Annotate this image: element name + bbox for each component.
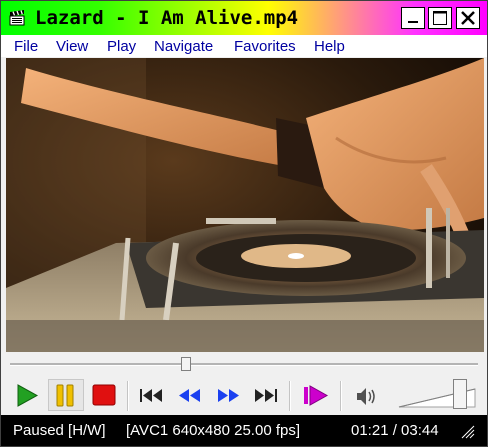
- seek-track[interactable]: [10, 363, 478, 366]
- volume-thumb[interactable]: [452, 379, 467, 409]
- stop-icon: [92, 384, 116, 406]
- next-icon: [255, 389, 277, 402]
- menu-navigate[interactable]: Navigate: [154, 38, 213, 56]
- frame-step-button[interactable]: [298, 379, 329, 411]
- toolbar-separator: [289, 381, 291, 411]
- speaker-icon: [357, 388, 375, 405]
- menu-play[interactable]: Play: [107, 38, 136, 56]
- play-icon: [17, 384, 39, 407]
- minimize-button[interactable]: [401, 7, 425, 29]
- maximize-button[interactable]: [428, 7, 452, 29]
- pause-button[interactable]: [48, 379, 84, 411]
- window-title: Lazard - I Am Alive.mp4: [35, 7, 299, 29]
- volume-slider[interactable]: [397, 377, 481, 415]
- time-display: 01:21 / 03:44: [351, 422, 439, 439]
- pause-icon: [56, 384, 74, 407]
- play-button[interactable]: [12, 379, 42, 411]
- close-button[interactable]: [456, 7, 480, 29]
- clapperboard-icon[interactable]: [9, 10, 25, 26]
- menu-bar: File View Play Navigate Favorites Help: [1, 35, 487, 57]
- control-toolbar: [1, 377, 487, 415]
- player-window: Lazard - I Am Alive.mp4 File View Play N…: [0, 0, 488, 447]
- menu-favorites[interactable]: Favorites: [234, 38, 296, 56]
- volume-ramp: [398, 388, 476, 408]
- rewind-button[interactable]: [174, 379, 204, 411]
- maximize-icon: [433, 11, 447, 25]
- stop-button[interactable]: [89, 379, 119, 411]
- video-image: [6, 58, 484, 352]
- mute-button[interactable]: [353, 379, 383, 411]
- video-frame[interactable]: [6, 58, 484, 352]
- previous-icon: [140, 389, 162, 402]
- minimize-icon: [408, 21, 418, 23]
- previous-button[interactable]: [136, 379, 166, 411]
- title-bar[interactable]: Lazard - I Am Alive.mp4: [1, 1, 487, 35]
- menu-help[interactable]: Help: [314, 38, 345, 56]
- menu-view[interactable]: View: [56, 38, 88, 56]
- menu-file[interactable]: File: [14, 38, 38, 56]
- rewind-icon: [179, 389, 200, 402]
- resize-grip-icon[interactable]: [456, 420, 476, 444]
- toolbar-separator: [340, 381, 342, 411]
- close-icon: [461, 11, 475, 25]
- fast-forward-icon: [218, 389, 239, 402]
- status-bar: Paused [H/W] [AVC1 640x480 25.00 fps] 01…: [1, 415, 487, 446]
- fast-forward-button[interactable]: [214, 379, 244, 411]
- frame-step-icon: [304, 385, 329, 406]
- seek-bar[interactable]: [1, 353, 487, 377]
- playback-state: Paused [H/W]: [13, 422, 106, 439]
- codec-info: [AVC1 640x480 25.00 fps]: [126, 422, 301, 439]
- next-button[interactable]: [252, 379, 282, 411]
- toolbar-separator: [127, 381, 129, 411]
- seek-thumb[interactable]: [180, 357, 191, 371]
